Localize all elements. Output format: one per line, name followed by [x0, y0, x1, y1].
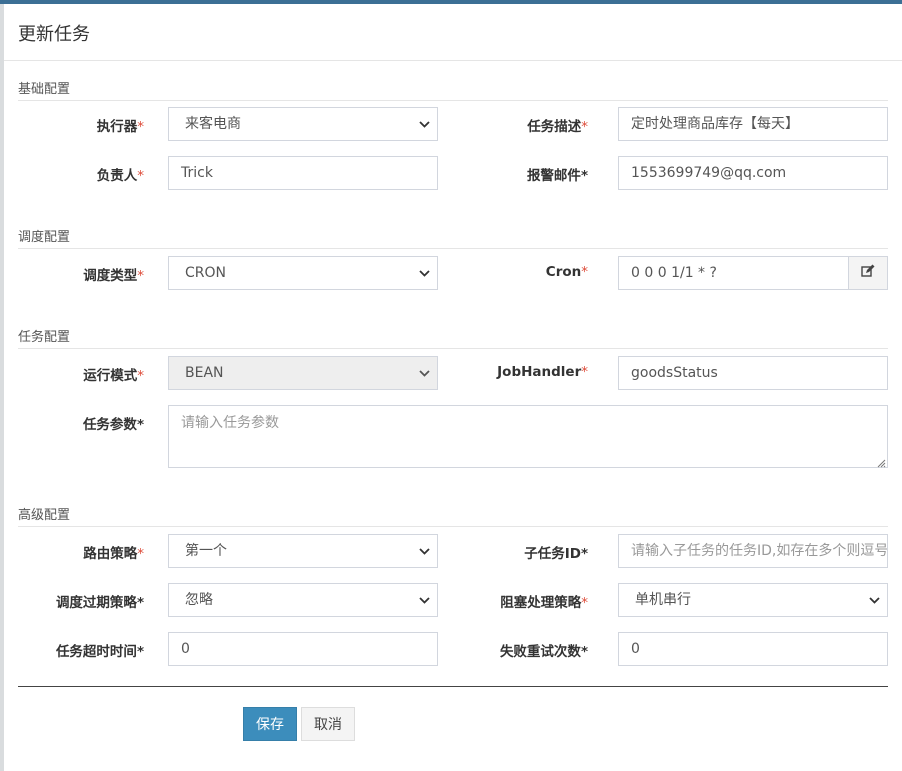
child-job-id-placeholder: 请输入子任务的任务ID,如存在多个则逗号分隔	[631, 543, 888, 559]
job-param-textarea[interactable]: 请输入任务参数	[168, 405, 888, 468]
update-job-dialog: 更新任务 基础配置 执行器* 来客电商 任务描述* 定时处理商品库存【每天】 负…	[4, 4, 902, 771]
cancel-button[interactable]: 取消	[301, 707, 355, 741]
author-input[interactable]: Trick	[168, 156, 438, 190]
chevron-down-icon	[417, 535, 431, 567]
executor-label: 执行器*	[96, 119, 144, 135]
edit-icon	[861, 264, 875, 282]
glue-type-select: BEAN	[168, 356, 438, 390]
job-desc-label: 任务描述*	[527, 119, 588, 135]
chevron-down-icon	[417, 257, 431, 289]
executor-value: 来客电商	[185, 116, 241, 132]
job-param-label: 任务参数*	[82, 417, 144, 433]
block-strategy-select[interactable]: 单机串行	[618, 583, 888, 617]
section-title-schedule: 调度配置	[18, 226, 888, 249]
form-divider	[18, 686, 888, 687]
save-button[interactable]: 保存	[243, 707, 297, 741]
schedule-type-label: 调度类型*	[83, 268, 144, 284]
section-title-advanced: 高级配置	[18, 504, 888, 527]
block-strategy-label: 阻塞处理策略*	[500, 595, 588, 611]
schedule-type-value: CRON	[185, 265, 226, 281]
cron-input[interactable]: 0 0 0 1/1 * ?	[618, 256, 849, 290]
misfire-strategy-select[interactable]: 忽略	[168, 583, 438, 617]
route-strategy-value: 第一个	[185, 543, 227, 559]
resize-grip-icon[interactable]	[876, 456, 886, 468]
modal-title: 更新任务	[18, 24, 90, 45]
misfire-strategy-label: 调度过期策略*	[55, 595, 144, 611]
executor-select[interactable]: 来客电商	[168, 107, 438, 141]
alarm-email-input[interactable]: 1553699749@qq.com	[618, 156, 888, 190]
author-label: 负责人*	[96, 168, 144, 184]
block-strategy-value: 单机串行	[635, 592, 691, 608]
fail-retry-label: 失败重试次数*	[499, 644, 588, 660]
chevron-down-icon	[417, 584, 431, 616]
misfire-strategy-value: 忽略	[185, 592, 213, 608]
modal-header: 更新任务	[4, 4, 902, 61]
chevron-down-icon	[417, 108, 431, 140]
alarm-email-label: 报警邮件*	[526, 168, 588, 184]
section-title-task: 任务配置	[18, 326, 888, 349]
route-strategy-select[interactable]: 第一个	[168, 534, 438, 568]
schedule-type-select[interactable]: CRON	[168, 256, 438, 290]
job-handler-label: JobHandler*	[497, 364, 588, 380]
section-title-basic: 基础配置	[18, 78, 888, 101]
job-param-placeholder: 请输入任务参数	[181, 415, 279, 431]
child-job-id-input[interactable]: 请输入子任务的任务ID,如存在多个则逗号分隔	[618, 534, 888, 568]
job-handler-input[interactable]: goodsStatus	[618, 356, 888, 390]
job-desc-input[interactable]: 定时处理商品库存【每天】	[618, 107, 888, 141]
cron-label: Cron*	[545, 264, 588, 280]
timeout-label: 任务超时时间*	[55, 644, 144, 660]
glue-type-label: 运行模式*	[83, 368, 144, 384]
chevron-down-icon	[867, 584, 881, 616]
glue-type-value: BEAN	[185, 365, 224, 381]
chevron-down-icon	[417, 357, 431, 389]
fail-retry-input[interactable]: 0	[618, 632, 888, 666]
timeout-input[interactable]: 0	[168, 632, 438, 666]
child-job-id-label: 子任务ID*	[524, 546, 588, 562]
route-strategy-label: 路由策略*	[83, 546, 144, 562]
cron-editor-button[interactable]	[848, 256, 888, 290]
